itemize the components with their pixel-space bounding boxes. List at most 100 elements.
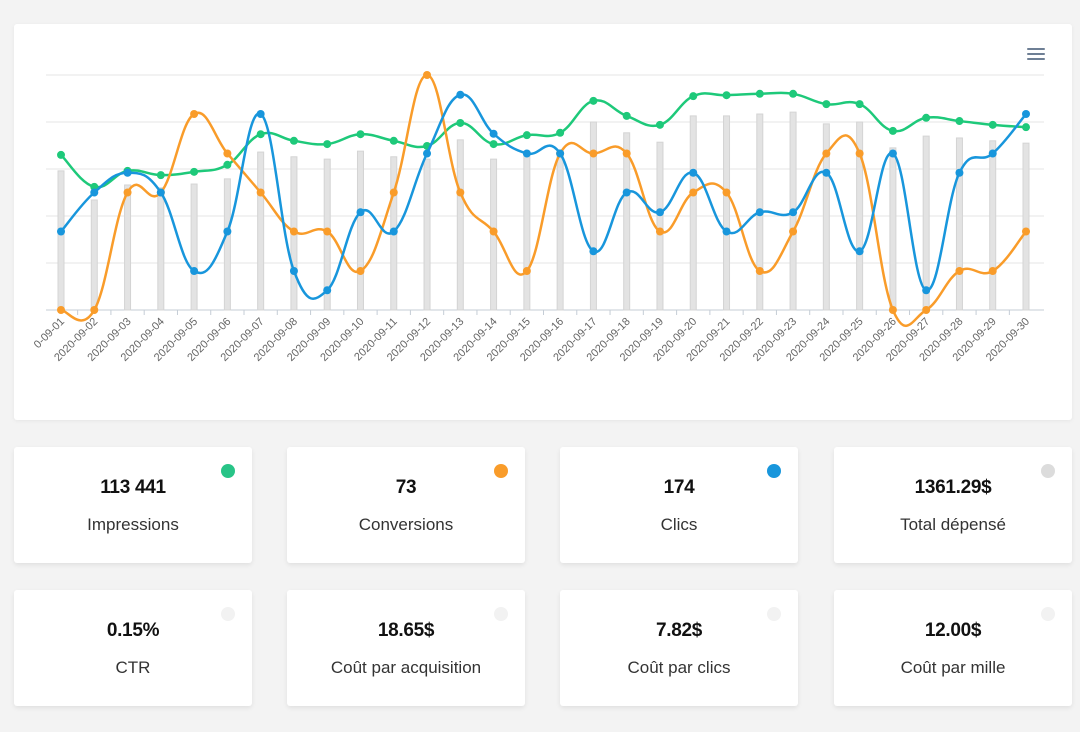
point-conversions	[1022, 227, 1030, 236]
chart-menu-button[interactable]	[1024, 44, 1048, 64]
point-impressions	[522, 131, 531, 140]
point-impressions	[289, 136, 298, 145]
stat-card-clicks: 174 Clics	[560, 447, 798, 563]
point-clics	[256, 110, 265, 119]
point-clics	[190, 266, 199, 275]
stat-card-cost-per-click: 7.82$ Coût par clics	[560, 590, 798, 706]
point-clics	[57, 227, 65, 236]
point-conversions	[223, 149, 232, 158]
point-impressions	[223, 160, 232, 169]
bar-total-depense	[456, 139, 464, 311]
point-clics	[988, 149, 997, 158]
bar-total-depense	[955, 137, 963, 311]
point-conversions	[289, 227, 298, 236]
series-color-dot[interactable]	[494, 464, 508, 478]
series-color-dot	[221, 607, 235, 621]
bar-total-depense	[623, 132, 631, 311]
stat-label: Total dépensé	[900, 515, 1006, 534]
point-clics	[289, 266, 298, 275]
point-impressions	[589, 96, 598, 105]
point-clics	[855, 247, 864, 256]
hamburger-icon-bar	[1027, 48, 1045, 50]
stat-value: 18.65$	[377, 620, 435, 641]
point-clics	[922, 286, 931, 295]
bar-total-depense	[157, 187, 165, 311]
point-impressions	[190, 167, 199, 176]
point-clics	[223, 227, 232, 236]
point-conversions	[789, 227, 798, 236]
stat-card-cost-per-acquisition: 18.65$ Coût par acquisition	[287, 590, 525, 706]
point-impressions	[655, 120, 664, 129]
hamburger-icon-bar	[1027, 58, 1045, 60]
point-clics	[955, 168, 964, 177]
bar-total-depense	[889, 147, 897, 311]
point-impressions	[988, 120, 997, 129]
series-color-dot[interactable]	[221, 464, 235, 478]
point-impressions	[922, 113, 931, 122]
point-impressions	[323, 140, 332, 149]
point-clics	[389, 227, 398, 236]
point-conversions	[822, 149, 831, 158]
point-impressions	[789, 89, 798, 98]
point-conversions	[955, 266, 964, 275]
bar-total-depense	[656, 141, 664, 311]
point-impressions	[389, 136, 398, 145]
point-clics	[323, 286, 332, 295]
point-conversions	[888, 306, 897, 314]
point-clics	[489, 129, 498, 138]
bar-total-depense	[523, 153, 531, 311]
line-bar-chart: 0-09-012020-09-022020-09-032020-09-04202…	[32, 71, 1044, 364]
bar-total-depense	[356, 150, 364, 311]
point-conversions	[622, 149, 631, 158]
series-color-dot	[767, 607, 781, 621]
point-clics	[522, 149, 531, 158]
hamburger-icon-bar	[1027, 53, 1045, 55]
bar-total-depense	[922, 135, 930, 311]
point-clics	[755, 208, 764, 217]
bar-total-depense	[989, 140, 997, 311]
line-conversions	[60, 73, 1027, 327]
series-color-dot	[494, 607, 508, 621]
point-conversions	[90, 306, 99, 314]
point-conversions	[489, 227, 498, 236]
point-impressions	[689, 92, 698, 101]
bar-total-depense	[556, 151, 564, 311]
point-clics	[622, 188, 631, 197]
point-conversions	[190, 110, 199, 119]
point-impressions	[57, 150, 65, 159]
point-conversions	[922, 306, 931, 314]
series-color-dot[interactable]	[767, 464, 781, 478]
bar-total-depense	[723, 115, 731, 311]
point-conversions	[722, 188, 731, 197]
stat-value: 7.82$	[655, 620, 703, 641]
series-color-dot[interactable]	[1041, 464, 1055, 478]
point-impressions	[356, 130, 365, 139]
point-impressions	[755, 89, 764, 98]
bar-total-depense	[423, 158, 431, 311]
point-impressions	[955, 117, 964, 126]
stat-value: 0.15%	[106, 620, 160, 641]
series-color-dot	[1041, 607, 1055, 621]
stat-label: Clics	[660, 515, 698, 534]
stat-value: 174	[663, 477, 695, 498]
stat-value: 73	[395, 477, 417, 498]
point-conversions	[522, 266, 531, 275]
point-impressions	[855, 100, 864, 109]
series-lines	[57, 71, 1030, 327]
point-impressions	[622, 111, 631, 120]
point-conversions	[689, 188, 698, 197]
stat-card-total-spent: 1361.29$ Total dépensé	[834, 447, 1072, 563]
stat-card-conversions: 73 Conversions	[287, 447, 525, 563]
point-impressions	[888, 126, 897, 135]
point-impressions	[156, 171, 165, 180]
point-conversions	[589, 149, 598, 158]
point-conversions	[988, 266, 997, 275]
point-impressions	[256, 130, 265, 139]
point-impressions	[489, 140, 498, 149]
point-conversions	[57, 306, 65, 314]
stat-label: Coût par mille	[900, 658, 1006, 677]
bar-total-depense	[124, 184, 132, 311]
stat-label: Impressions	[87, 515, 179, 534]
point-clics	[722, 227, 731, 236]
point-clics	[90, 188, 99, 197]
